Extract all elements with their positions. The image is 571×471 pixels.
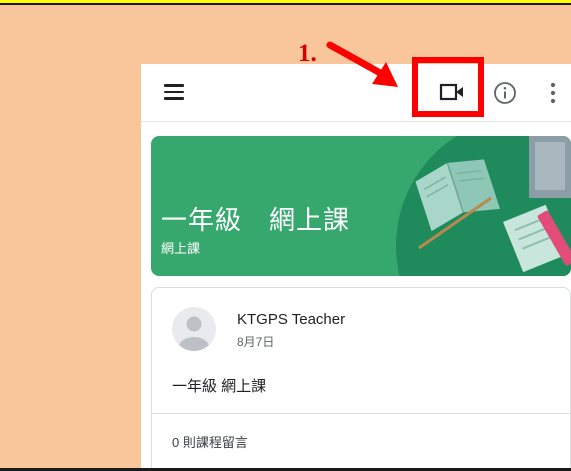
post-date: 8月7日 bbox=[237, 335, 275, 349]
class-comments-link[interactable]: 0 則課程留言 bbox=[172, 432, 248, 451]
class-subtitle: 網上課 bbox=[161, 241, 201, 256]
menu-icon[interactable] bbox=[164, 84, 184, 100]
classroom-window: 一年級 網上課 網上課 KTGPS Teacher 8月7日 一年級 網上課 0… bbox=[141, 64, 571, 471]
announcement-card: KTGPS Teacher 8月7日 一年級 網上課 0 則課程留言 bbox=[151, 287, 571, 471]
step-label: 1. bbox=[298, 40, 317, 67]
highlight-box bbox=[412, 57, 484, 117]
divider bbox=[152, 413, 570, 414]
post-author: KTGPS Teacher bbox=[237, 311, 346, 328]
class-title: 一年級 網上課 bbox=[161, 205, 351, 235]
info-icon[interactable] bbox=[493, 81, 517, 105]
post-body: 一年級 網上課 bbox=[172, 378, 267, 395]
top-border bbox=[0, 0, 571, 5]
avatar bbox=[172, 307, 216, 351]
person-icon bbox=[179, 316, 209, 351]
class-banner[interactable]: 一年級 網上課 網上課 bbox=[151, 136, 571, 276]
app-bar bbox=[141, 64, 571, 122]
more-vert-icon[interactable] bbox=[548, 82, 558, 104]
